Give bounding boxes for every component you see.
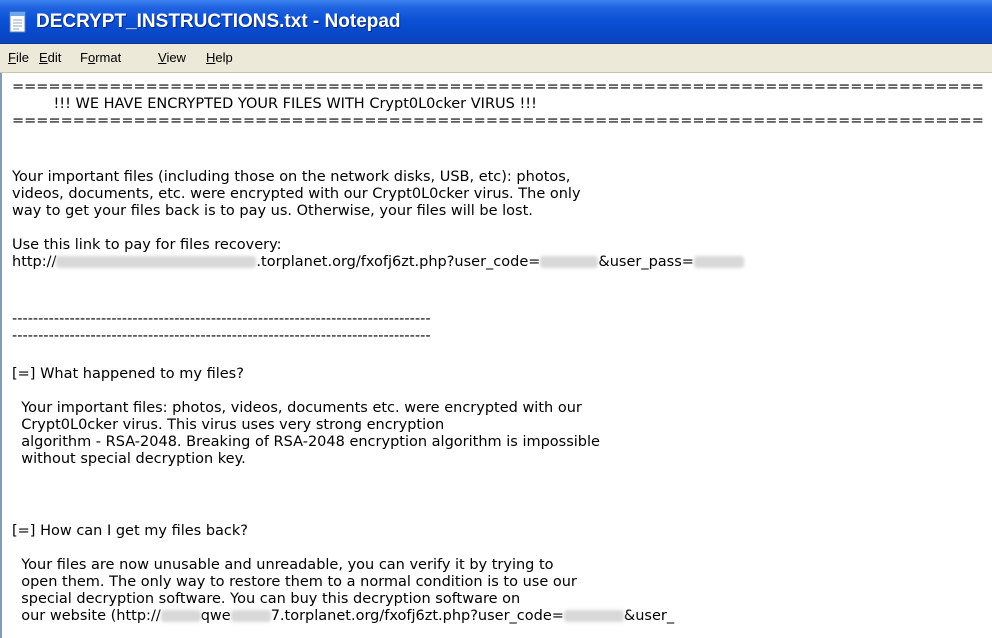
- redacted-website-domain: [160, 610, 201, 622]
- website-link-user-key: &user_: [623, 608, 675, 624]
- menu-help[interactable]: Help: [206, 50, 233, 66]
- menu-edit-label-key: E: [39, 50, 48, 65]
- rule-equals-top: ========================================…: [12, 79, 984, 95]
- what-happened-line-3: algorithm - RSA-2048. Breaking of RSA-20…: [12, 434, 600, 450]
- payment-link-label: Use this link to pay for files recovery:: [12, 237, 282, 253]
- redacted-website-user-code: [563, 610, 624, 622]
- menu-view-label-post: iew: [166, 50, 186, 65]
- menu-file[interactable]: File: [8, 50, 29, 66]
- intro-line-3: way to get your files back is to pay us.…: [12, 203, 533, 219]
- menu-help-label-key: H: [206, 50, 216, 65]
- get-files-back-line-4: our website (http:// qwe 7.torplanet.org/f…: [12, 608, 674, 625]
- website-link-prefix: our website (http://: [12, 608, 161, 624]
- rule-equals-bottom: ========================================…: [12, 113, 984, 129]
- ransom-banner: !!! WE HAVE ENCRYPTED YOUR FILES WITH Cr…: [12, 96, 537, 112]
- menu-edit-label-post: dit: [47, 50, 62, 65]
- menu-file-label-post: ile: [15, 50, 29, 65]
- text-editor[interactable]: ========================================…: [0, 73, 992, 638]
- menu-format-label-pre: F: [80, 50, 88, 65]
- rule-dash-1: ----------------------------------------…: [12, 311, 431, 327]
- payment-link-prefix: http://: [12, 254, 57, 270]
- title-bar[interactable]: DECRYPT_INSTRUCTIONS.txt - Notepad: [0, 0, 992, 44]
- rule-dash-2: ----------------------------------------…: [12, 328, 431, 344]
- payment-link-pass-key: &user_pass=: [598, 254, 694, 270]
- what-happened-line-2: Crypt0L0cker virus. This virus uses very…: [12, 417, 445, 433]
- section-heading-get-files-back: [=] How can I get my files back?: [12, 523, 248, 539]
- notepad-icon: [9, 11, 26, 33]
- get-files-back-line-1: Your files are now unusable and unreadab…: [12, 557, 554, 573]
- redacted-user-pass: [693, 256, 744, 268]
- website-link-domain: 7.torplanet.org/fxofj6zt.php?user_code=: [270, 608, 564, 624]
- intro-line-1: Your important files (including those on…: [12, 169, 571, 185]
- menu-edit[interactable]: Edit: [39, 50, 61, 66]
- intro-line-2: videos, documents, etc. were encrypted w…: [12, 186, 581, 202]
- payment-link: http:// .torplanet.org/fxofj6zt.php?user_…: [12, 254, 744, 271]
- window-title: DECRYPT_INSTRUCTIONS.txt - Notepad: [36, 11, 401, 32]
- what-happened-line-1: Your important files: photos, videos, do…: [12, 400, 582, 416]
- redacted-website-domain-2: [230, 610, 271, 622]
- what-happened-line-4: without special decryption key.: [12, 451, 246, 467]
- menu-file-label-key: F: [8, 50, 16, 65]
- menu-bar: File Edit Format View Help: [0, 44, 992, 73]
- redacted-domain: [56, 256, 257, 268]
- get-files-back-line-3: special decryption software. You can buy…: [12, 591, 521, 607]
- section-heading-what-happened: [=] What happened to my files?: [12, 366, 244, 382]
- payment-link-domain: .torplanet.org/fxofj6zt.php?user_code=: [256, 254, 541, 270]
- notepad-window: DECRYPT_INSTRUCTIONS.txt - Notepad File …: [0, 0, 992, 638]
- menu-help-label-post: elp: [215, 50, 233, 65]
- redacted-user-code: [540, 256, 599, 268]
- menu-format[interactable]: Format: [80, 50, 121, 66]
- get-files-back-line-2: open them. The only way to restore them …: [12, 574, 577, 590]
- menu-format-label-post: rmat: [95, 50, 122, 65]
- menu-view[interactable]: View: [158, 50, 186, 66]
- website-link-fragment: qwe: [200, 608, 231, 624]
